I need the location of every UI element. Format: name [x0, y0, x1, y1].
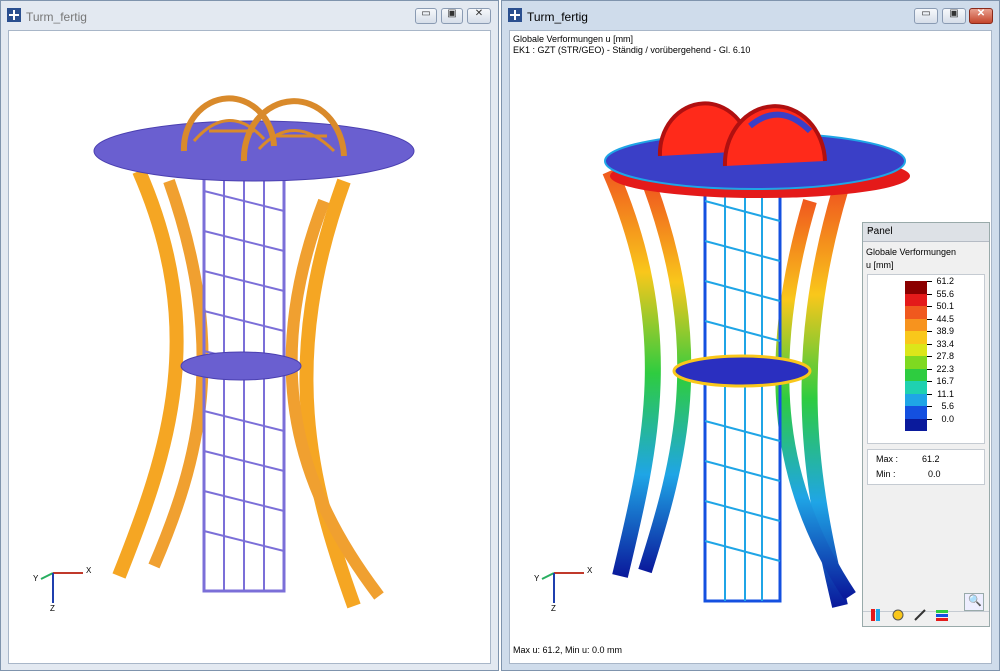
status-line: Max u: 61.2, Min u: 0.0 mm: [513, 645, 623, 655]
color-scale-tool-icon[interactable]: [869, 608, 883, 622]
legend-swatch: [905, 356, 927, 369]
app-icon: [508, 8, 522, 22]
viewport-left[interactable]: X Y Z: [8, 30, 491, 664]
legend-swatch: [905, 418, 927, 431]
display-tool-icon[interactable]: [891, 608, 905, 622]
legend-swatch: [905, 381, 927, 394]
viewport-right[interactable]: Globale Verformungen u [mm] EK1 : GZT (S…: [509, 30, 992, 664]
legend-swatch: [905, 293, 927, 306]
restore-icon: ▣: [447, 8, 457, 19]
panel-heading: Globale Verformungen: [866, 247, 957, 257]
titlebar-right[interactable]: Turm_fertig ▭ ▣ ✕: [502, 1, 999, 31]
panel-zoom-button[interactable]: 🔍: [964, 593, 984, 611]
min-max-box: Max : 61.2 Min : 0.0: [867, 449, 985, 485]
app-icon: [7, 8, 21, 22]
legend-tick: [927, 343, 932, 345]
restore-icon: ▣: [949, 8, 959, 19]
axis-x-label: X: [587, 566, 593, 575]
legend-swatch: [905, 281, 927, 294]
axis-triad-right: X Y Z: [532, 561, 602, 624]
window-title: Turm_fertig: [527, 10, 588, 24]
legend-tick: [927, 368, 932, 370]
legend-label: 38.9: [936, 326, 954, 336]
legend-swatch: [905, 393, 927, 406]
legend-tick: [927, 393, 932, 395]
legend-label: 22.3: [936, 363, 954, 374]
axis-y-label: Y: [33, 574, 39, 583]
magnifier-icon: 🔍: [968, 595, 982, 607]
legend-tick: [927, 356, 932, 357]
legend-swatch: [905, 331, 927, 344]
axis-triad-left: X Y Z: [31, 561, 101, 624]
minimize-icon: ▭: [921, 8, 931, 19]
min-label: Min :: [876, 469, 896, 479]
legend-label: 27.8: [936, 351, 954, 361]
legend-label: 33.4: [936, 338, 954, 349]
restore-button[interactable]: ▣: [942, 8, 966, 24]
color-legend[interactable]: 61.2 55.6 50.1 44.5 38.9 33.4 27.8 22.3 16.7 11.1…: [867, 274, 985, 444]
factor-tool-icon[interactable]: [913, 608, 927, 622]
window-left[interactable]: Turm_fertig ▭ ▣ ✕ X Y Z: [0, 0, 499, 671]
legend-tick: [927, 281, 932, 282]
restore-button[interactable]: ▣: [441, 8, 463, 24]
axis-y-label: Y: [534, 574, 540, 583]
results-panel[interactable]: Panel × Globale Verformungen u [mm] 61.2…: [862, 222, 990, 627]
titlebar-left[interactable]: Turm_fertig ▭ ▣ ✕: [1, 1, 498, 31]
legend-label: 11.1: [937, 388, 954, 399]
panel-unit: u [mm]: [866, 260, 894, 270]
legend-tick: [927, 318, 932, 320]
legend-swatch: [905, 368, 927, 381]
close-button[interactable]: ✕: [969, 8, 993, 24]
panel-close-icon[interactable]: ×: [867, 226, 985, 237]
legend-label: 61.2: [936, 276, 954, 286]
max-value: 61.2: [922, 454, 940, 464]
legend-tick: [927, 381, 932, 382]
legend-swatch: [905, 318, 927, 331]
legend-swatch: [905, 306, 927, 319]
max-label: Max :: [876, 454, 899, 464]
legend-label: 44.5: [936, 313, 954, 324]
window-title: Turm_fertig: [26, 10, 87, 24]
minimize-icon: ▭: [421, 8, 431, 19]
legend-tick: [927, 406, 932, 407]
legend-tick: [927, 306, 932, 307]
axis-x-label: X: [86, 566, 92, 575]
close-icon: ✕: [976, 8, 986, 19]
legend-label: 0.0: [941, 413, 954, 424]
legend-tick: [927, 418, 932, 420]
panel-titlebar[interactable]: Panel ×: [863, 223, 989, 242]
legend-label: 5.6: [941, 401, 954, 411]
minimize-button[interactable]: ▭: [415, 8, 437, 24]
axis-z-label: Z: [551, 604, 556, 613]
minimize-button[interactable]: ▭: [914, 8, 938, 24]
legend-label: 16.7: [936, 376, 954, 386]
legend-label: 50.1: [936, 301, 954, 311]
close-button[interactable]: ✕: [467, 8, 491, 24]
legend-label: 55.6: [936, 288, 954, 299]
axis-z-label: Z: [50, 604, 55, 613]
min-value: 0.0: [928, 469, 941, 479]
palette-tool-icon[interactable]: [935, 608, 949, 622]
legend-tick: [927, 293, 932, 295]
legend-tick: [927, 331, 932, 332]
window-right[interactable]: Turm_fertig ▭ ▣ ✕ Globale Verformungen u…: [501, 0, 1000, 671]
legend-swatch: [905, 406, 927, 419]
close-icon: ✕: [474, 8, 484, 19]
legend-swatch: [905, 343, 927, 356]
